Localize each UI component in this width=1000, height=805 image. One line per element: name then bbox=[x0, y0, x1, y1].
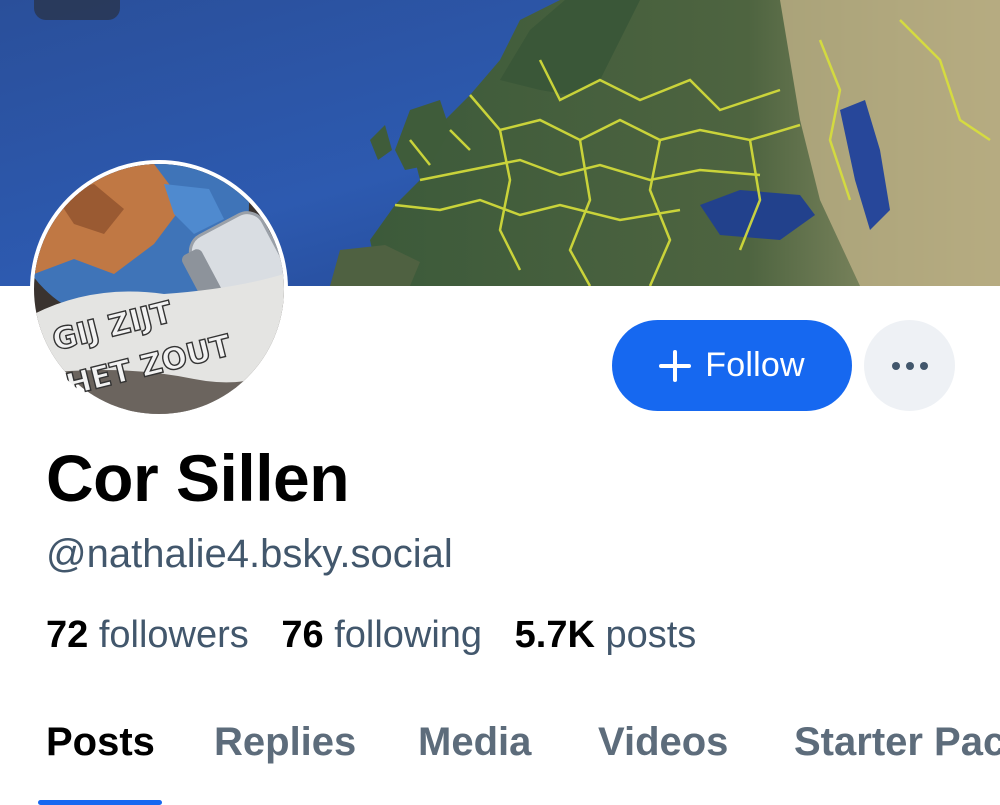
profile-stats: 72 followers 76 following 5.7K posts bbox=[46, 614, 718, 657]
profile-tabs: Posts Replies Media Videos Starter Packs bbox=[0, 720, 1000, 805]
posts-label: posts bbox=[605, 614, 697, 656]
posts-count: 5.7K bbox=[514, 614, 595, 656]
ellipsis-icon-dot bbox=[905, 361, 914, 370]
active-tab-indicator bbox=[38, 800, 162, 805]
ellipsis-icon bbox=[891, 361, 900, 370]
posts-stat: 5.7K posts bbox=[515, 614, 697, 656]
follow-button-label: Follow bbox=[705, 346, 805, 384]
following-label: following bbox=[334, 614, 483, 656]
avatar-salt-shaker-image: GIJ ZIJT HET ZOUT bbox=[34, 164, 284, 414]
tab-videos[interactable]: Videos bbox=[598, 720, 728, 765]
more-options-button[interactable] bbox=[864, 320, 955, 411]
display-name: Cor Sillen bbox=[46, 441, 350, 515]
followers-count: 72 bbox=[46, 614, 89, 656]
following-count: 76 bbox=[281, 614, 324, 656]
plus-icon bbox=[659, 349, 692, 382]
tab-replies[interactable]: Replies bbox=[214, 720, 356, 765]
avatar[interactable]: GIJ ZIJT HET ZOUT bbox=[30, 160, 288, 418]
tab-posts[interactable]: Posts bbox=[46, 720, 155, 765]
tab-media[interactable]: Media bbox=[418, 720, 531, 765]
followers-label: followers bbox=[98, 614, 249, 656]
followers-stat[interactable]: 72 followers bbox=[46, 614, 249, 656]
ellipsis-icon-dot bbox=[919, 361, 928, 370]
tab-starter-packs[interactable]: Starter Packs bbox=[794, 720, 1000, 765]
banner-back-chip[interactable] bbox=[34, 0, 120, 20]
profile-handle: @nathalie4.bsky.social bbox=[46, 532, 453, 576]
following-stat[interactable]: 76 following bbox=[281, 614, 482, 656]
follow-button[interactable]: Follow bbox=[612, 320, 852, 411]
